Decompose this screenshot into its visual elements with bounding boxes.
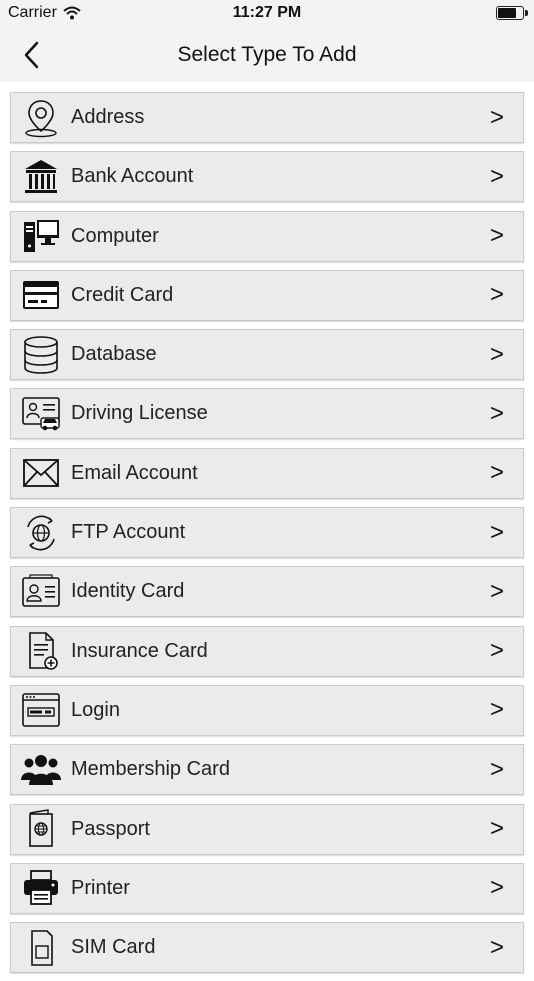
list-item-label: Membership Card	[71, 758, 230, 781]
list-item-label: Identity Card	[71, 580, 185, 603]
list-item-label: Email Account	[71, 461, 198, 484]
chevron-right-icon: >	[489, 222, 504, 250]
list-item-label: FTP Account	[71, 521, 186, 544]
database-icon	[21, 335, 61, 375]
list-item-sim-card[interactable]: SIM Card >	[10, 922, 524, 974]
list-item-membership-card[interactable]: Membership Card >	[10, 744, 524, 796]
list-item-label: Address	[71, 106, 145, 128]
id-card-icon	[21, 572, 61, 612]
passport-icon	[21, 809, 61, 849]
sim-card-icon	[21, 928, 61, 968]
list-item-login[interactable]: Login >	[10, 684, 524, 736]
chevron-right-icon: >	[489, 340, 504, 368]
insurance-document-icon	[21, 631, 61, 671]
bank-icon	[21, 157, 61, 197]
chevron-right-icon: >	[489, 696, 504, 724]
list-item-bank-account[interactable]: Bank Account >	[10, 151, 524, 203]
chevron-right-icon: >	[489, 933, 504, 961]
list-item-label: Passport	[71, 817, 150, 840]
list-item-insurance-card[interactable]: Insurance Card >	[10, 625, 524, 677]
list-item-computer[interactable]: Computer >	[10, 210, 524, 262]
list-item-label: Login	[71, 698, 120, 721]
chevron-right-icon: >	[489, 577, 504, 605]
list-item-credit-card[interactable]: Credit Card >	[10, 269, 524, 321]
location-pin-icon	[21, 98, 61, 138]
chevron-right-icon: >	[489, 815, 504, 843]
list-item-printer[interactable]: Printer >	[10, 862, 524, 914]
type-list: Address > Bank Account > Computer > Cred…	[10, 92, 524, 981]
navigation-bar: Select Type To Add	[0, 28, 534, 82]
chevron-right-icon: >	[489, 755, 504, 783]
battery-icon	[496, 6, 528, 20]
list-item-label: Database	[71, 343, 157, 366]
list-item-passport[interactable]: Passport >	[10, 803, 524, 855]
status-time: 11:27 PM	[232, 4, 302, 21]
printer-icon	[21, 868, 61, 908]
chevron-right-icon: >	[489, 459, 504, 487]
list-item-label: Computer	[71, 224, 159, 247]
list-item-label: Credit Card	[71, 283, 174, 306]
list-item-label: Printer	[71, 876, 130, 899]
status-bar: Carrier 11:27 PM	[0, 0, 534, 28]
people-group-icon	[21, 750, 61, 790]
chevron-right-icon: >	[489, 281, 504, 309]
chevron-right-icon: >	[489, 103, 504, 131]
page-title: Select Type To Add	[177, 43, 357, 66]
chevron-right-icon: >	[489, 637, 504, 665]
list-item-label: Bank Account	[71, 165, 194, 188]
list-item-ftp-account[interactable]: FTP Account >	[10, 507, 524, 559]
ftp-globe-icon	[21, 513, 61, 553]
list-item-email-account[interactable]: Email Account >	[10, 447, 524, 499]
chevron-right-icon: >	[489, 518, 504, 546]
credit-card-icon	[21, 275, 61, 315]
login-window-icon	[21, 690, 61, 730]
list-item-driving-license[interactable]: Driving License >	[10, 388, 524, 440]
list-item-label: Insurance Card	[71, 639, 208, 662]
list-item-label: Driving License	[71, 402, 208, 425]
chevron-right-icon: >	[489, 874, 504, 902]
list-item-database[interactable]: Database >	[10, 329, 524, 381]
list-item-label: SIM Card	[71, 936, 156, 959]
driving-license-icon	[21, 394, 61, 434]
list-item-identity-card[interactable]: Identity Card >	[10, 566, 524, 618]
computer-icon	[21, 216, 61, 256]
envelope-icon	[21, 453, 61, 493]
chevron-right-icon: >	[489, 399, 504, 427]
chevron-right-icon: >	[489, 162, 504, 190]
list-item-address[interactable]: Address >	[10, 92, 524, 143]
